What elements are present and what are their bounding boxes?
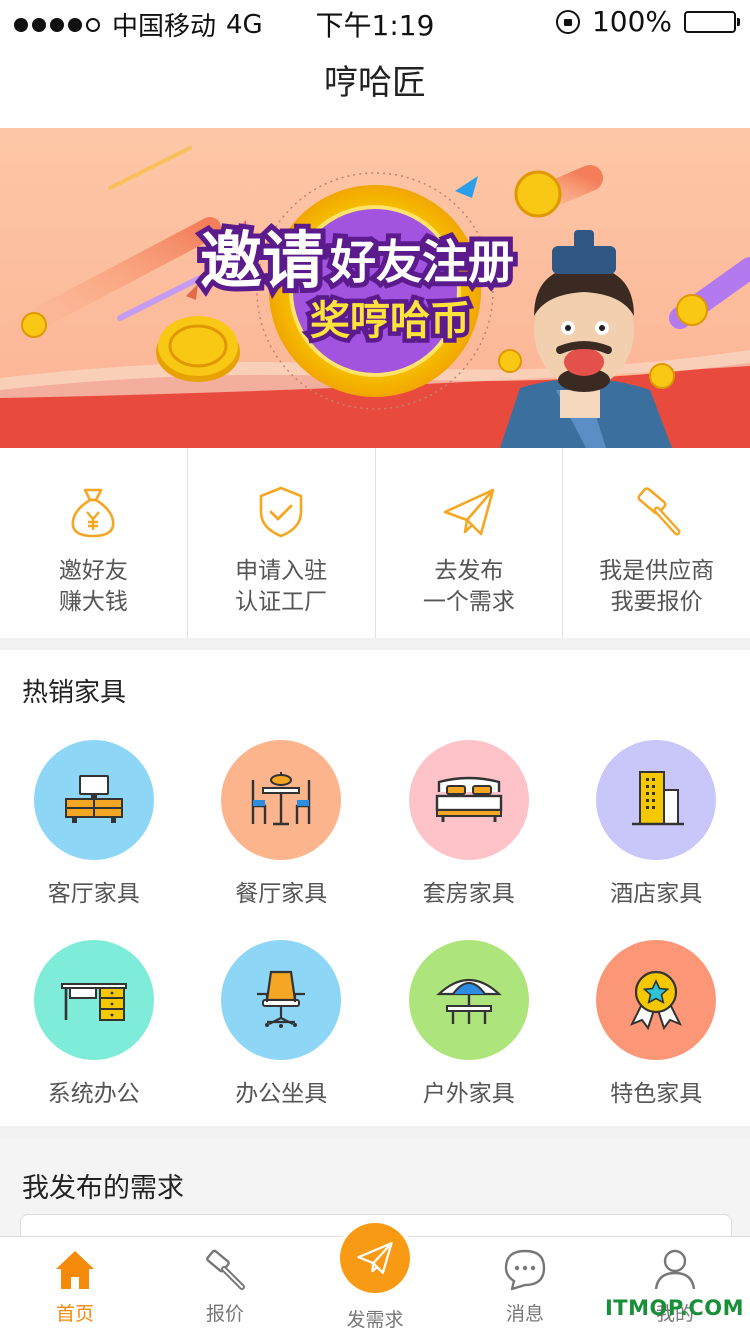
section-divider	[0, 638, 750, 650]
invite-banner[interactable]: 邀请 好友注册 奖哼哈币	[0, 128, 750, 448]
category-label: 系统办公	[48, 1074, 140, 1108]
hammer-icon	[202, 1247, 248, 1293]
category-label: 户外家具	[423, 1074, 515, 1108]
chat-bubble-icon	[502, 1247, 548, 1293]
dining-table-icon	[245, 764, 317, 836]
quick-action-line1: 邀好友	[59, 556, 128, 587]
tab-label: 首页	[56, 1299, 94, 1326]
tab-label: 报价	[206, 1299, 244, 1326]
user-icon	[652, 1247, 698, 1293]
nav-bar: 哼哈匠	[0, 40, 750, 128]
category-label: 客厅家具	[48, 874, 140, 908]
category-featured[interactable]: 特色家具	[563, 940, 750, 1108]
bed-icon	[433, 764, 505, 836]
category-label: 套房家具	[423, 874, 515, 908]
home-icon	[52, 1247, 98, 1293]
section-divider	[0, 1126, 750, 1138]
quick-action-invite[interactable]: 邀好友 赚大钱	[0, 448, 188, 638]
hammer-icon	[627, 482, 687, 542]
battery-icon	[684, 11, 736, 33]
tab-home[interactable]: 首页	[0, 1237, 150, 1335]
tab-publish-demand[interactable]: 发需求	[300, 1237, 450, 1335]
category-label: 办公坐具	[235, 1074, 327, 1108]
category-label: 酒店家具	[610, 874, 702, 908]
quick-action-publish[interactable]: 去发布 一个需求	[376, 448, 564, 638]
paper-plane-icon	[439, 482, 499, 542]
tab-label: 发需求	[346, 1305, 403, 1332]
office-chair-icon	[245, 964, 317, 1036]
watermark: ITMOP.COM	[605, 1296, 744, 1320]
category-circle	[34, 940, 154, 1060]
hot-furniture-section: 热销家具 客厅家具	[0, 650, 750, 1126]
banner-headline-1: 邀请	[200, 224, 324, 297]
section-title: 热销家具	[22, 672, 126, 709]
tab-profile[interactable]: 我的	[600, 1237, 750, 1335]
battery-percent: 100%	[592, 5, 672, 38]
quick-action-line2: 一个需求	[423, 587, 515, 618]
category-label: 餐厅家具	[235, 874, 327, 908]
quick-action-quote[interactable]: 我是供应商 我要报价	[563, 448, 750, 638]
quick-action-line1: 我是供应商	[599, 556, 714, 587]
category-label: 特色家具	[610, 1074, 702, 1108]
money-bag-icon	[63, 482, 123, 542]
quick-action-line1: 去发布	[434, 556, 503, 587]
tab-bar: 首页 报价 发需求 消息 我的	[0, 1236, 750, 1335]
tab-label: 消息	[506, 1299, 544, 1326]
category-circle	[34, 740, 154, 860]
quick-actions: 邀好友 赚大钱 申请入驻 认证工厂 去发布 一个需求 我是供应商 我要报价	[0, 448, 750, 639]
category-dining-room[interactable]: 餐厅家具	[188, 740, 376, 908]
category-office-seating[interactable]: 办公坐具	[188, 940, 376, 1108]
category-circle	[596, 740, 716, 860]
category-suite[interactable]: 套房家具	[375, 740, 563, 908]
parasol-table-icon	[433, 964, 505, 1036]
quick-action-line1: 申请入驻	[235, 556, 327, 587]
quick-action-line2: 认证工厂	[235, 587, 327, 618]
category-grid: 客厅家具 餐厅家具	[0, 740, 750, 1108]
shield-check-icon	[251, 482, 311, 542]
banner-illustration: 邀请 好友注册 奖哼哈币	[0, 128, 750, 448]
category-circle	[409, 940, 529, 1060]
category-living-room[interactable]: 客厅家具	[0, 740, 188, 908]
page-title: 哼哈匠	[0, 40, 750, 126]
office-desk-icon	[58, 964, 130, 1036]
category-circle	[221, 740, 341, 860]
quick-action-line2: 赚大钱	[59, 587, 128, 618]
category-circle	[221, 940, 341, 1060]
hotel-building-icon	[620, 764, 692, 836]
status-bar: 中国移动 4G 下午1:19 100%	[0, 0, 750, 40]
quick-action-line2: 我要报价	[611, 587, 703, 618]
award-badge-icon	[620, 964, 692, 1036]
publish-button[interactable]	[340, 1223, 410, 1293]
category-circle	[409, 740, 529, 860]
category-office-system[interactable]: 系统办公	[0, 940, 188, 1108]
category-circle	[596, 940, 716, 1060]
paper-plane-icon	[355, 1238, 395, 1278]
tv-cabinet-icon	[58, 764, 130, 836]
rotation-lock-icon	[556, 10, 580, 34]
quick-action-apply[interactable]: 申请入驻 认证工厂	[188, 448, 376, 638]
status-right: 100%	[556, 5, 736, 38]
tab-quote[interactable]: 报价	[150, 1237, 300, 1335]
banner-headline-2: 好友注册	[329, 235, 514, 289]
section-title: 我发布的需求	[22, 1166, 184, 1205]
category-hotel[interactable]: 酒店家具	[563, 740, 750, 908]
tab-messages[interactable]: 消息	[450, 1237, 600, 1335]
category-outdoor[interactable]: 户外家具	[375, 940, 563, 1108]
banner-subline: 奖哼哈币	[310, 298, 470, 344]
